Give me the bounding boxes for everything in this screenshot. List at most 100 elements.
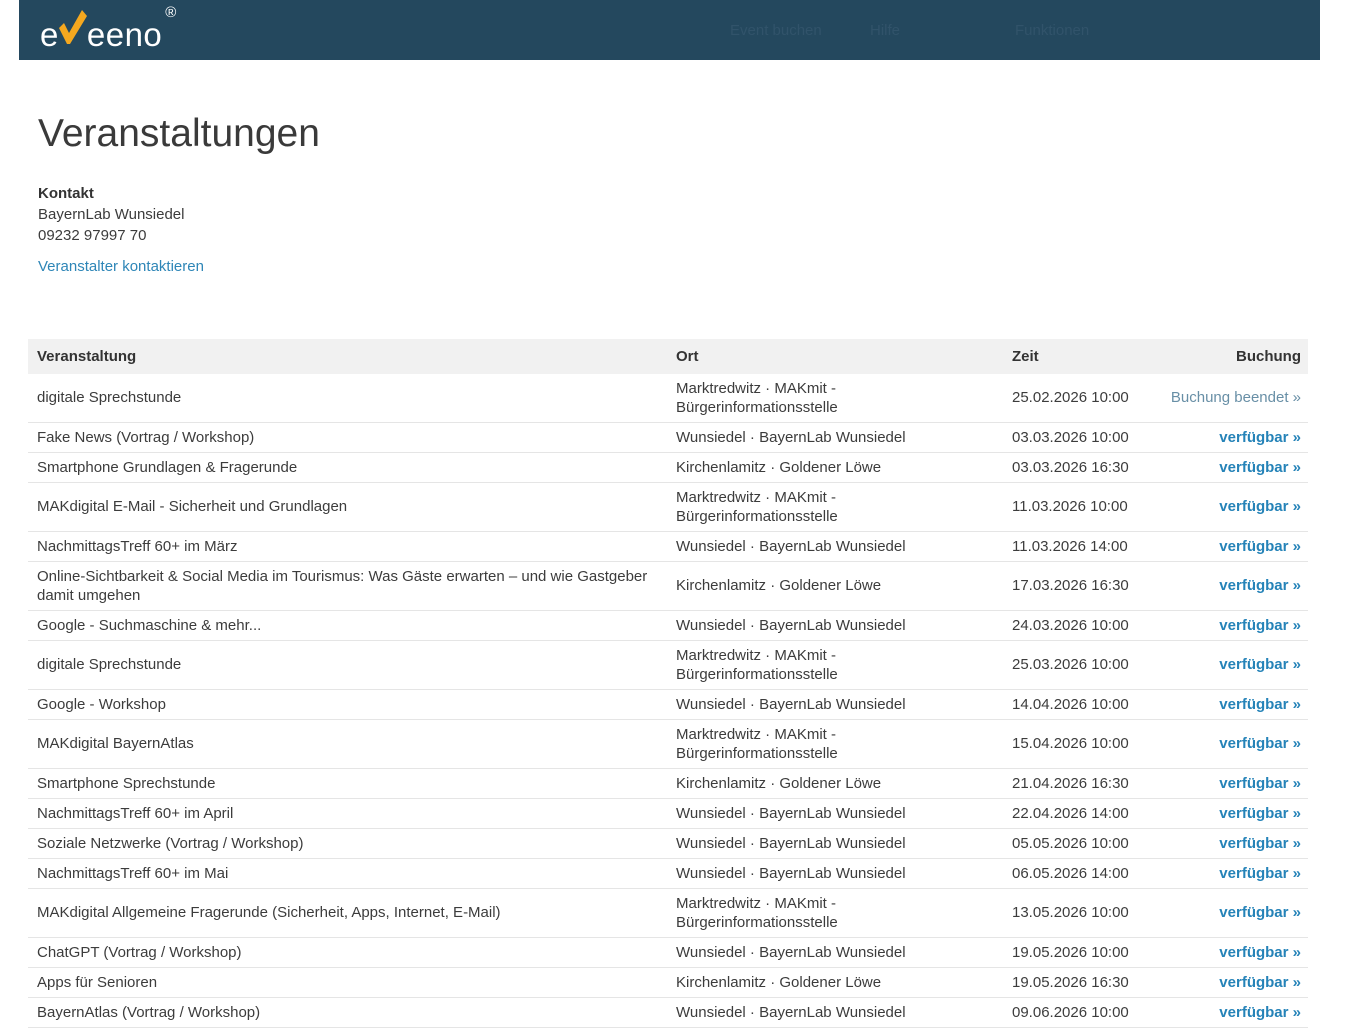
event-datetime: 06.05.2026 14:00	[1004, 858, 1145, 888]
event-datetime: 11.03.2026 10:00	[1004, 482, 1145, 531]
event-row: Fake News (Vortrag / Workshop) Wunsiedel…	[28, 422, 1308, 452]
event-location: Marktredwitz · MAKmit - Bürgerinformatio…	[668, 374, 1004, 423]
event-datetime: 13.05.2026 10:00	[1004, 888, 1145, 937]
event-name: BayernAtlas (Vortrag / Workshop)	[28, 997, 668, 1027]
event-name: Smartphone Sprechstunde	[28, 768, 668, 798]
eveeno-logo[interactable]: e eeno ®	[40, 9, 177, 51]
event-name: NachmittagsTreff 60+ im April	[28, 798, 668, 828]
booking-link[interactable]: verfügbar »	[1219, 577, 1301, 594]
booking-link[interactable]: verfügbar »	[1219, 459, 1301, 476]
event-row: NachmittagsTreff 60+ im Mai Wunsiedel · …	[28, 858, 1308, 888]
event-name: digitale Sprechstunde	[28, 640, 668, 689]
event-name: Google - Suchmaschine & mehr...	[28, 610, 668, 640]
event-location: Wunsiedel · BayernLab Wunsiedel	[668, 858, 1004, 888]
event-name: Soziale Netzwerke (Vortrag / Workshop)	[28, 828, 668, 858]
event-row: Apps für Senioren Kirchenlamitz · Golden…	[28, 967, 1308, 997]
event-location: Kirchenlamitz · Goldener Löwe	[668, 967, 1004, 997]
nav-item-hilfe[interactable]: Hilfe	[870, 22, 900, 39]
event-location: Wunsiedel · BayernLab Wunsiedel	[668, 997, 1004, 1027]
event-name: MAKdigital Allgemeine Fragerunde (Sicher…	[28, 888, 668, 937]
event-row: Google - Suchmaschine & mehr... Wunsiede…	[28, 610, 1308, 640]
booking-link[interactable]: verfügbar »	[1219, 835, 1301, 852]
event-row: Smartphone Sprechstunde Kirchenlamitz · …	[28, 768, 1308, 798]
booking-link[interactable]: verfügbar »	[1219, 865, 1301, 882]
event-row: MAKdigital Allgemeine Fragerunde (Sicher…	[28, 888, 1308, 937]
page-title: Veranstaltungen	[38, 111, 1345, 158]
event-datetime: 19.05.2026 10:00	[1004, 937, 1145, 967]
event-datetime: 19.05.2026 16:30	[1004, 967, 1145, 997]
event-name: Smartphone Grundlagen & Fragerunde	[28, 452, 668, 482]
contact-block: Kontakt BayernLab Wunsiedel 09232 97997 …	[38, 183, 1345, 246]
event-row: MAKdigital E-Mail - Sicherheit und Grund…	[28, 482, 1308, 531]
event-row: NachmittagsTreff 60+ im April Wunsiedel …	[28, 798, 1308, 828]
event-row: Google - Workshop Wunsiedel · BayernLab …	[28, 689, 1308, 719]
event-row: digitale Sprechstunde Marktredwitz · MAK…	[28, 640, 1308, 689]
booking-link[interactable]: verfügbar »	[1219, 735, 1301, 752]
event-name: ChatGPT (Vortrag / Workshop)	[28, 937, 668, 967]
event-datetime: 17.03.2026 16:30	[1004, 561, 1145, 610]
event-name: MAKdigital BayernAtlas	[28, 719, 668, 768]
event-datetime: 25.02.2026 10:00	[1004, 374, 1145, 423]
event-name: Fake News (Vortrag / Workshop)	[28, 422, 668, 452]
event-datetime: 15.04.2026 10:00	[1004, 719, 1145, 768]
booking-link[interactable]: verfügbar »	[1219, 944, 1301, 961]
nav-item-event-buchen[interactable]: Event buchen	[730, 22, 822, 39]
event-name: Online-Sichtbarkeit & Social Media im To…	[28, 561, 668, 610]
event-location: Kirchenlamitz · Goldener Löwe	[668, 561, 1004, 610]
booking-link[interactable]: verfügbar »	[1219, 538, 1301, 555]
event-location: Marktredwitz · MAKmit - Bürgerinformatio…	[668, 640, 1004, 689]
registered-trademark-symbol: ®	[165, 5, 177, 20]
logo-text-suffix: eeno	[87, 18, 162, 51]
booking-link[interactable]: verfügbar »	[1219, 775, 1301, 792]
contact-organizer-name: BayernLab Wunsiedel	[38, 204, 1345, 225]
column-header-ort: Ort	[668, 339, 1004, 374]
booking-link[interactable]: verfügbar »	[1219, 696, 1301, 713]
events-table: Veranstaltung Ort Zeit Buchung digitale …	[28, 339, 1308, 1028]
nav-item-funktionen[interactable]: Funktionen	[1015, 22, 1089, 39]
event-datetime: 14.04.2026 10:00	[1004, 689, 1145, 719]
booking-link[interactable]: verfügbar »	[1219, 805, 1301, 822]
event-location: Wunsiedel · BayernLab Wunsiedel	[668, 937, 1004, 967]
event-row: Soziale Netzwerke (Vortrag / Workshop) W…	[28, 828, 1308, 858]
booking-link[interactable]: verfügbar »	[1219, 974, 1301, 991]
event-location: Wunsiedel · BayernLab Wunsiedel	[668, 689, 1004, 719]
booking-link[interactable]: Buchung beendet »	[1171, 389, 1301, 406]
event-location: Marktredwitz · MAKmit - Bürgerinformatio…	[668, 888, 1004, 937]
checkmark-icon	[57, 9, 88, 50]
event-location: Kirchenlamitz · Goldener Löwe	[668, 452, 1004, 482]
event-location: Marktredwitz · MAKmit - Bürgerinformatio…	[668, 719, 1004, 768]
event-datetime: 03.03.2026 10:00	[1004, 422, 1145, 452]
event-row: BayernAtlas (Vortrag / Workshop) Wunsied…	[28, 997, 1308, 1027]
event-location: Wunsiedel · BayernLab Wunsiedel	[668, 422, 1004, 452]
main-content: Veranstaltungen Kontakt BayernLab Wunsie…	[0, 111, 1345, 1028]
column-header-zeit: Zeit	[1004, 339, 1145, 374]
events-table-body: digitale Sprechstunde Marktredwitz · MAK…	[28, 374, 1308, 1028]
event-datetime: 03.03.2026 16:30	[1004, 452, 1145, 482]
booking-link[interactable]: verfügbar »	[1219, 429, 1301, 446]
event-name: MAKdigital E-Mail - Sicherheit und Grund…	[28, 482, 668, 531]
event-name: NachmittagsTreff 60+ im Mai	[28, 858, 668, 888]
event-row: ChatGPT (Vortrag / Workshop) Wunsiedel ·…	[28, 937, 1308, 967]
event-location: Wunsiedel · BayernLab Wunsiedel	[668, 531, 1004, 561]
event-location: Wunsiedel · BayernLab Wunsiedel	[668, 828, 1004, 858]
event-location: Wunsiedel · BayernLab Wunsiedel	[668, 798, 1004, 828]
event-name: digitale Sprechstunde	[28, 374, 668, 423]
event-location: Marktredwitz · MAKmit - Bürgerinformatio…	[668, 482, 1004, 531]
contact-phone-number: 09232 97997 70	[38, 225, 1345, 246]
booking-link[interactable]: verfügbar »	[1219, 498, 1301, 515]
event-datetime: 25.03.2026 10:00	[1004, 640, 1145, 689]
booking-link[interactable]: verfügbar »	[1219, 656, 1301, 673]
booking-link[interactable]: verfügbar »	[1219, 904, 1301, 921]
event-row: MAKdigital BayernAtlas Marktredwitz · MA…	[28, 719, 1308, 768]
booking-link[interactable]: verfügbar »	[1219, 1004, 1301, 1021]
contact-organizer-link[interactable]: Veranstalter kontaktieren	[38, 258, 204, 275]
event-datetime: 05.05.2026 10:00	[1004, 828, 1145, 858]
booking-link[interactable]: verfügbar »	[1219, 617, 1301, 634]
table-header-row: Veranstaltung Ort Zeit Buchung	[28, 339, 1308, 374]
column-header-veranstaltung: Veranstaltung	[28, 339, 668, 374]
event-location: Wunsiedel · BayernLab Wunsiedel	[668, 610, 1004, 640]
event-row: NachmittagsTreff 60+ im März Wunsiedel ·…	[28, 531, 1308, 561]
event-location: Kirchenlamitz · Goldener Löwe	[668, 768, 1004, 798]
event-datetime: 22.04.2026 14:00	[1004, 798, 1145, 828]
event-datetime: 24.03.2026 10:00	[1004, 610, 1145, 640]
